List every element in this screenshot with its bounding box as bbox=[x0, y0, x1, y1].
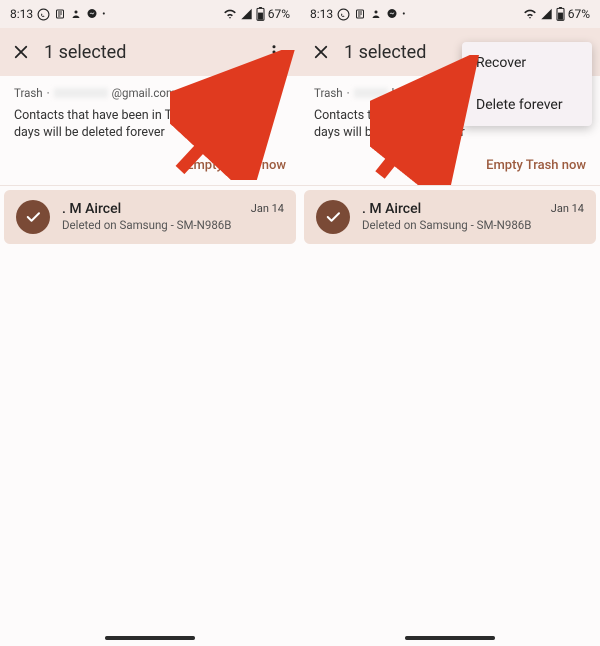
account-dot: · bbox=[347, 86, 350, 100]
nav-pill[interactable] bbox=[105, 636, 195, 640]
account-redacted bbox=[354, 88, 388, 98]
account-k: k bbox=[392, 86, 398, 100]
keep-icon bbox=[354, 8, 366, 20]
trash-label: Trash bbox=[14, 86, 43, 100]
close-icon[interactable] bbox=[12, 43, 30, 61]
battery-icon bbox=[556, 7, 565, 21]
wifi-icon bbox=[523, 8, 537, 20]
status-bar: 8:13 • bbox=[0, 0, 300, 28]
keep-icon bbox=[54, 8, 66, 20]
check-icon bbox=[16, 200, 50, 234]
battery-pct: 67% bbox=[568, 7, 590, 21]
status-time: 8:13 bbox=[310, 7, 333, 21]
phone-right: 8:13 • bbox=[300, 0, 600, 646]
status-more-dot: • bbox=[102, 9, 105, 20]
messenger-icon bbox=[386, 8, 398, 20]
empty-trash-button[interactable]: Empty Trash now bbox=[186, 158, 286, 173]
account-line: Trash · @gmail.com bbox=[0, 76, 300, 106]
whatsapp-icon bbox=[337, 8, 350, 21]
selection-title: 1 selected bbox=[44, 42, 126, 63]
account-redacted bbox=[54, 88, 108, 98]
signal-icon bbox=[540, 8, 553, 20]
empty-trash-row: Empty Trash now bbox=[0, 152, 300, 186]
battery-pct: 67% bbox=[268, 7, 290, 21]
nav-pill[interactable] bbox=[405, 636, 495, 640]
contact-date: Jan 14 bbox=[551, 202, 584, 215]
contact-row-selected[interactable]: . M Aircel Deleted on Samsung - SM-N986B… bbox=[4, 190, 296, 244]
selection-title: 1 selected bbox=[344, 42, 426, 63]
contact-subtext: Deleted on Samsung - SM-N986B bbox=[362, 218, 539, 232]
menu-item-delete-forever[interactable]: Delete forever bbox=[462, 84, 592, 126]
contact-name: . M Aircel bbox=[62, 201, 239, 217]
account-suffix: @gmail.com bbox=[402, 86, 466, 100]
trash-notice: Contacts that have been in Trash more th… bbox=[0, 106, 300, 152]
selection-toolbar: 1 selected bbox=[0, 28, 300, 76]
empty-trash-button[interactable]: Empty Trash now bbox=[486, 158, 586, 173]
status-time: 8:13 bbox=[10, 7, 33, 21]
contact-row-selected[interactable]: . M Aircel Deleted on Samsung - SM-N986B… bbox=[304, 190, 596, 244]
contact-date: Jan 14 bbox=[251, 202, 284, 215]
phone-left: 8:13 • bbox=[0, 0, 300, 646]
menu-item-recover[interactable]: Recover bbox=[462, 42, 592, 84]
account-suffix: @gmail.com bbox=[112, 86, 176, 100]
contact-name: . M Aircel bbox=[362, 201, 539, 217]
battery-icon bbox=[256, 7, 265, 21]
check-icon bbox=[316, 200, 350, 234]
overflow-menu-popup: Recover Delete forever bbox=[462, 42, 592, 126]
person-icon bbox=[370, 8, 382, 20]
signal-icon bbox=[240, 8, 253, 20]
whatsapp-icon bbox=[37, 8, 50, 21]
status-bar: 8:13 • bbox=[300, 0, 600, 28]
overflow-menu-button[interactable] bbox=[260, 38, 288, 66]
close-icon[interactable] bbox=[312, 43, 330, 61]
wifi-icon bbox=[223, 8, 237, 20]
person-icon bbox=[70, 8, 82, 20]
contact-subtext: Deleted on Samsung - SM-N986B bbox=[62, 218, 239, 232]
messenger-icon bbox=[86, 8, 98, 20]
status-more-dot: • bbox=[402, 9, 405, 20]
empty-trash-row: Empty Trash now bbox=[300, 152, 600, 186]
trash-label: Trash bbox=[314, 86, 343, 100]
account-dot: · bbox=[47, 86, 50, 100]
